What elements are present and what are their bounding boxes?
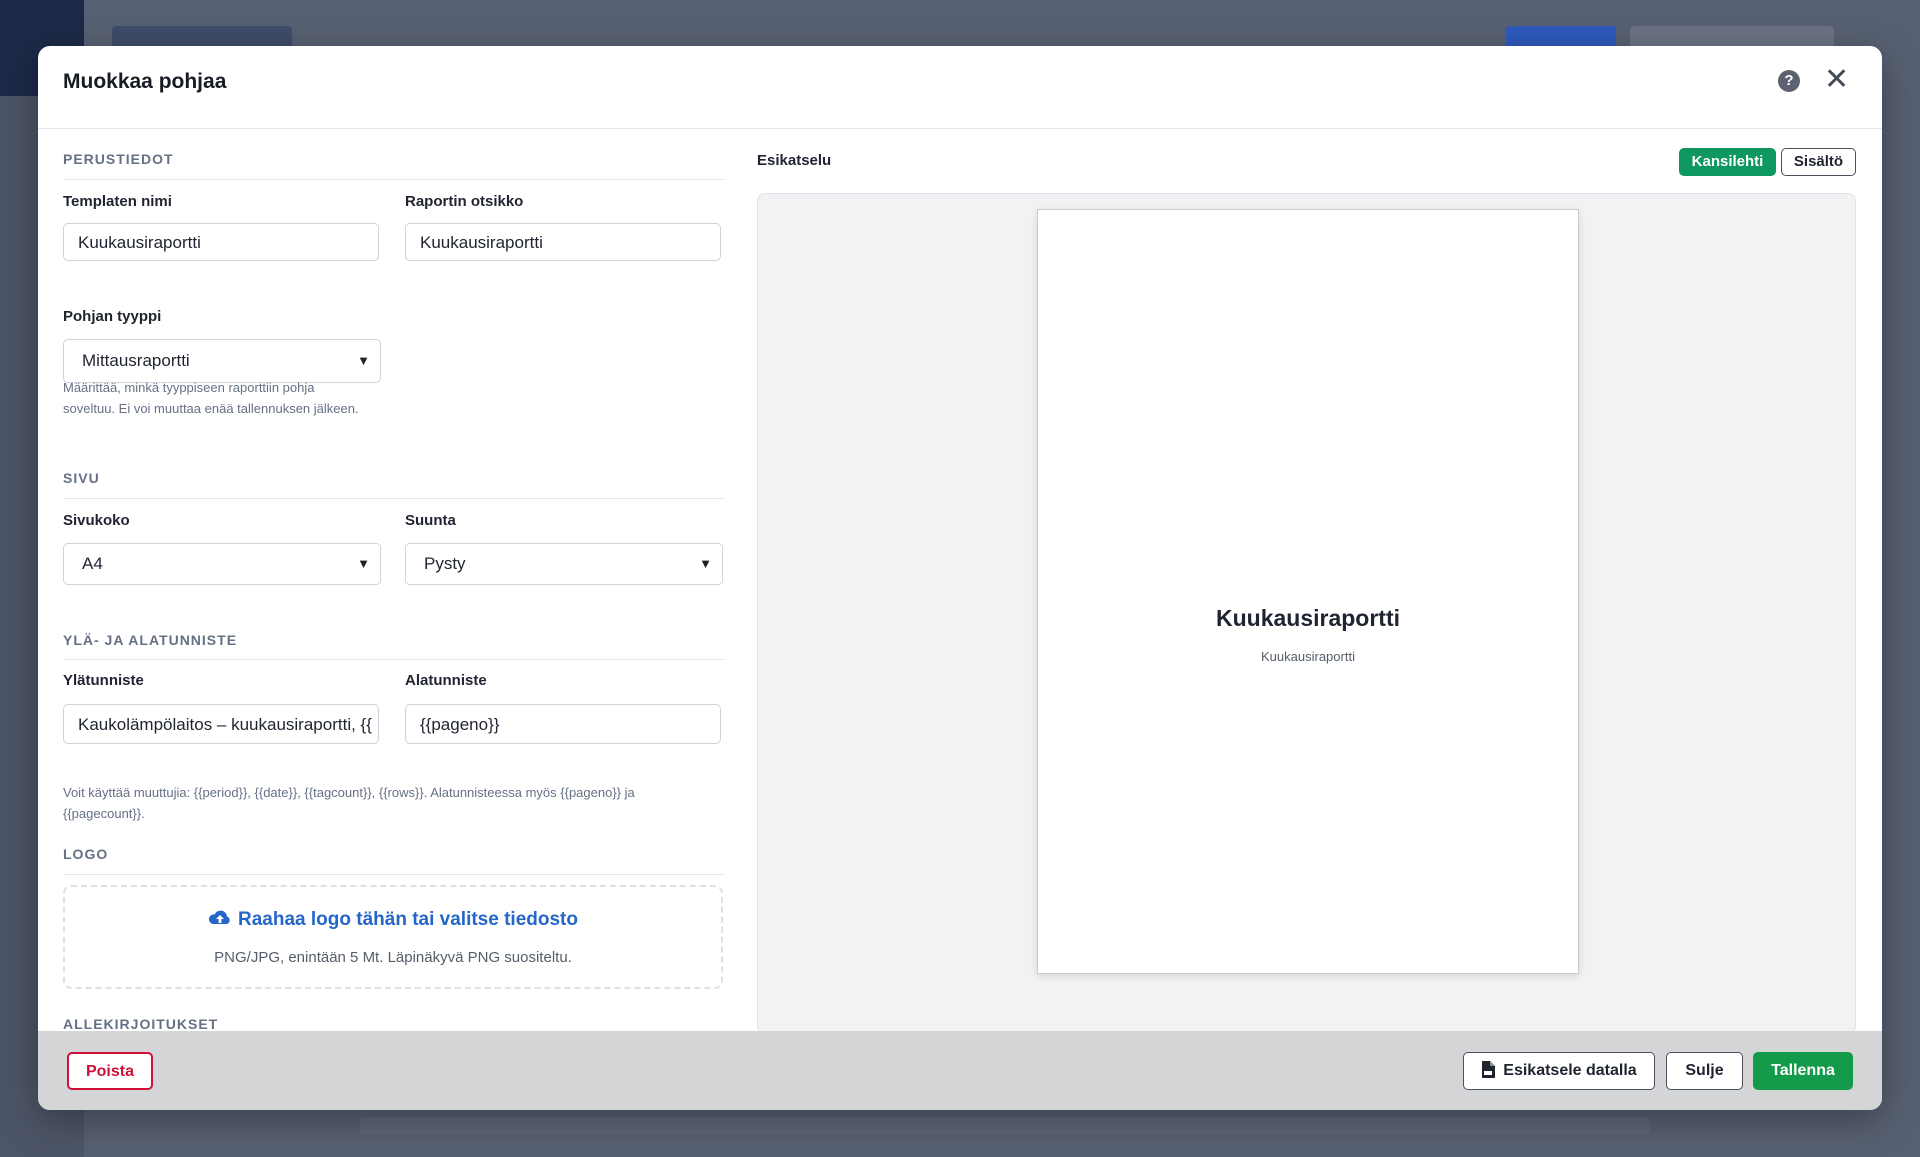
modal-title: Muokkaa pohjaa	[63, 70, 227, 93]
modal-header: Muokkaa pohjaa ? ✕	[38, 46, 1882, 129]
logo-upload-text: Raahaa logo tähän tai valitse tiedosto	[238, 909, 578, 930]
background-footer	[360, 1117, 1650, 1135]
template-name-input[interactable]: Kuukausiraportti	[63, 223, 379, 261]
template-type-help-line2: soveltuu. Ei voi muuttaa enää tallennuks…	[63, 401, 359, 416]
preview-page-subtitle: Kuukausiraportti	[1261, 649, 1355, 664]
logo-upload-link[interactable]: Raahaa logo tähän tai valitse tiedosto	[65, 909, 721, 931]
logo-upload-note: PNG/JPG, enintään 5 Mt. Läpinäkyvä PNG s…	[214, 949, 572, 966]
template-type-label: Pohjan tyyppi	[63, 308, 162, 325]
report-title-label: Raportin otsikko	[405, 193, 524, 210]
report-title-input[interactable]: Kuukausiraportti	[405, 223, 721, 261]
section-divider	[63, 659, 725, 660]
preview-with-data-label: Esikatsele datalla	[1503, 1062, 1637, 1079]
close-icon[interactable]: ✕	[1824, 62, 1849, 98]
preview-with-data-button[interactable]: Esikatsele datalla	[1463, 1052, 1655, 1090]
help-icon[interactable]: ?	[1778, 70, 1800, 92]
variables-help-line1: Voit käyttää muuttujia: {{period}}, {{da…	[63, 785, 635, 800]
template-type-help: Määrittää, minkä tyyppiseen raporttiin p…	[63, 377, 359, 419]
section-divider	[63, 498, 725, 499]
chevron-down-icon: ▼	[699, 556, 712, 571]
section-title-page: SIVU	[63, 470, 100, 486]
save-button[interactable]: Tallenna	[1753, 1052, 1853, 1090]
variables-help-line2: {{pagecount}}.	[63, 806, 145, 821]
template-name-label: Templaten nimi	[63, 193, 172, 210]
section-divider	[63, 874, 725, 875]
edit-template-modal: Muokkaa pohjaa ? ✕ PERUSTIEDOT Templaten…	[38, 46, 1882, 1110]
page-size-value: A4	[82, 554, 103, 573]
variables-help: Voit käyttää muuttujia: {{period}}, {{da…	[63, 782, 635, 824]
orientation-select[interactable]: Pysty ▼	[405, 543, 723, 585]
chevron-down-icon: ▼	[357, 556, 370, 571]
modal-footer: Poista Esikatsele datalla Sulje Tallenna	[38, 1031, 1882, 1110]
section-title-basic: PERUSTIEDOT	[63, 151, 174, 167]
close-button[interactable]: Sulje	[1666, 1052, 1743, 1090]
orientation-value: Pysty	[424, 554, 466, 573]
template-type-help-line1: Määrittää, minkä tyyppiseen raporttiin p…	[63, 380, 315, 395]
template-type-value: Mittausraportti	[82, 351, 190, 370]
section-divider	[63, 179, 725, 180]
chevron-down-icon: ▼	[357, 353, 370, 368]
tab-cover[interactable]: Kansilehti	[1679, 148, 1776, 176]
cloud-upload-icon	[208, 910, 230, 924]
footer-input[interactable]: {{pageno}}	[405, 704, 721, 744]
preview-page-title: Kuukausiraportti	[1215, 605, 1401, 631]
pdf-file-icon	[1482, 1061, 1496, 1078]
page-size-select[interactable]: A4 ▼	[63, 543, 381, 585]
orientation-label: Suunta	[405, 512, 456, 529]
section-title-header-footer: YLÄ- JA ALATUNNISTE	[63, 632, 238, 648]
section-title-signatures: ALLEKIRJOITUKSET	[63, 1016, 219, 1032]
preview-label: Esikatselu	[757, 152, 832, 169]
header-input[interactable]: Kaukolämpölaitos – kuukausiraportti, {{	[63, 704, 379, 744]
preview-page: Kuukausiraportti Kuukausiraportti	[1037, 209, 1579, 974]
page-size-label: Sivukoko	[63, 512, 130, 529]
section-title-logo: LOGO	[63, 846, 109, 862]
logo-dropzone[interactable]: Raahaa logo tähän tai valitse tiedosto P…	[63, 885, 723, 989]
tab-content[interactable]: Sisältö	[1781, 148, 1856, 176]
delete-button[interactable]: Poista	[67, 1052, 153, 1090]
header-label: Ylätunniste	[63, 672, 144, 689]
footer-label: Alatunniste	[405, 672, 487, 689]
